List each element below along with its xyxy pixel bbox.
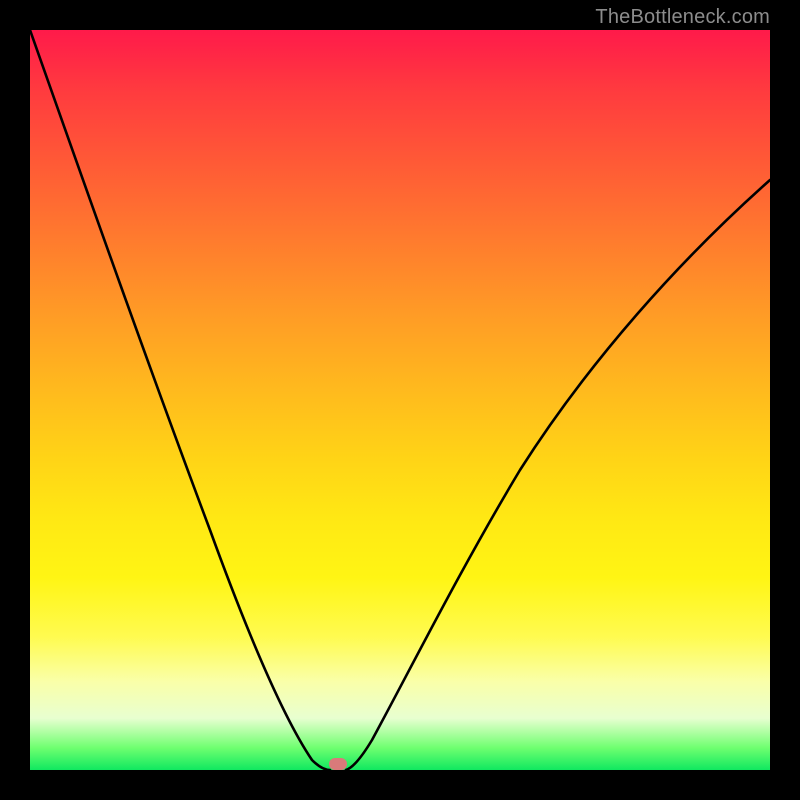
watermark-text: TheBottleneck.com: [595, 6, 770, 29]
curve-left: [30, 30, 330, 770]
chart-frame: TheBottleneck.com: [0, 0, 800, 800]
curve-right: [346, 180, 770, 770]
plot-area: [30, 30, 770, 770]
bottleneck-curve: [30, 30, 770, 770]
optimum-marker: [329, 758, 347, 770]
